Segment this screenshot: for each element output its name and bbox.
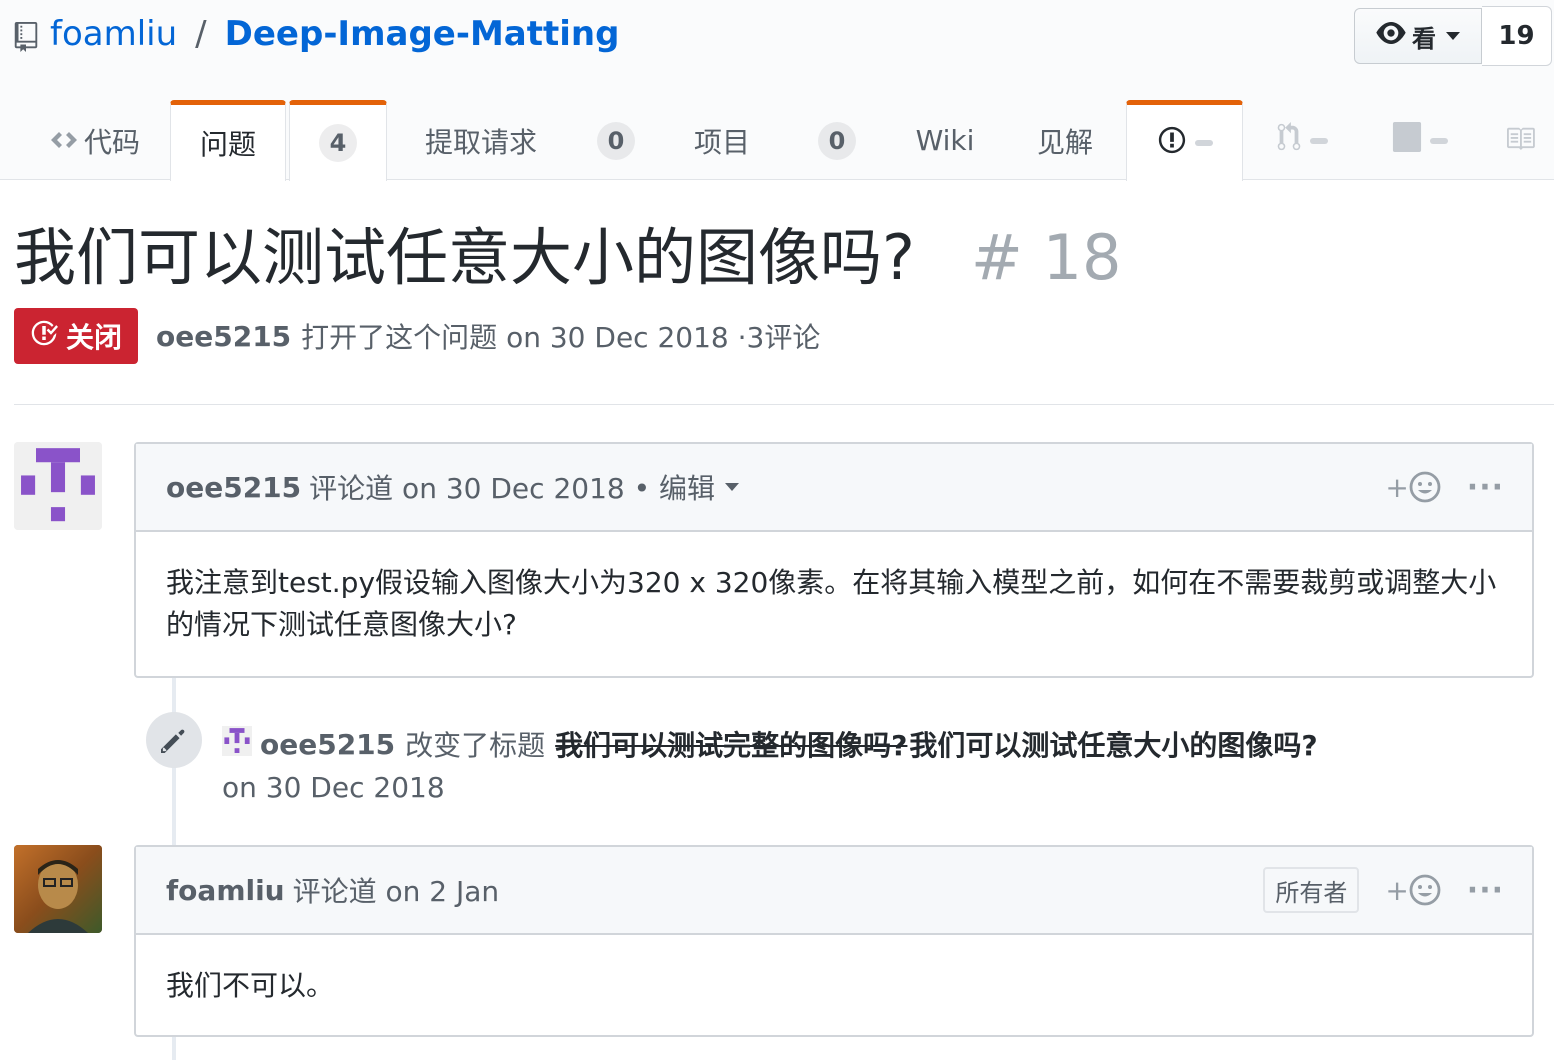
comment-header-text[interactable]: 评论道 on 2 Jan [293, 870, 500, 910]
placeholder-bar [1310, 137, 1328, 144]
repo-icon [14, 19, 38, 52]
tab-wiki-icon[interactable] [1490, 100, 1550, 181]
tab-label: 代码 [83, 125, 140, 159]
book-icon [1505, 124, 1535, 157]
reaction-plus: + [1385, 470, 1409, 504]
issue-number: # 18 [970, 221, 1122, 294]
path-separator: / [195, 14, 207, 54]
tab-issues-icon[interactable] [1126, 100, 1243, 181]
projects-count-badge: 0 [818, 121, 856, 160]
placeholder-bar [1194, 140, 1213, 146]
avatar[interactable] [14, 442, 102, 530]
repo-title: foamliu / Deep-Image-Matting [14, 12, 619, 56]
user-photo [14, 845, 102, 933]
tab-code[interactable]: 代码 [40, 100, 150, 181]
more-options-button[interactable]: ··· [1467, 470, 1504, 505]
repo-name-link[interactable]: Deep-Image-Matting [225, 12, 620, 56]
divider [14, 404, 1554, 405]
comment-author-link[interactable]: oee5215 [166, 471, 301, 504]
tab-issues-counter[interactable]: 4 [289, 100, 387, 181]
event-author-link[interactable]: oee5215 [260, 728, 395, 761]
issue-opened-icon [1157, 125, 1187, 162]
comment: foamliu 评论道 on 2 Jan 所有者 + ··· 我们不可以。 [134, 845, 1534, 1037]
tab-wiki[interactable]: Wiki [900, 100, 990, 181]
tab-projects-icon[interactable] [1380, 100, 1460, 181]
tab-pull-requests[interactable]: 提取请求 0 [400, 100, 660, 181]
issue-title-text: 我们可以测试任意大小的图像吗? [14, 221, 915, 294]
tab-label: 提取请求 [424, 125, 537, 159]
comment-header-text[interactable]: 评论道 on 30 Dec 2018 • 编辑 [309, 467, 715, 507]
event-badge [146, 712, 202, 768]
comment-header: foamliu 评论道 on 2 Jan 所有者 + ··· [136, 847, 1532, 935]
comment-body: 我注意到test.py假设输入图像大小为320 x 320像素。在将其输入模型之… [166, 566, 1497, 641]
tab-label: 见解 [1036, 125, 1093, 159]
identicon-oee5215-small [222, 725, 252, 756]
placeholder-bar [1430, 137, 1448, 144]
reaction-plus: + [1385, 873, 1409, 907]
tab-insights[interactable]: 见解 [1020, 100, 1110, 181]
comment: oee5215 评论道 on 30 Dec 2018 • 编辑 + ··· 我注… [134, 442, 1534, 678]
event-timestamp[interactable]: on 30 Dec 2018 [222, 768, 445, 808]
add-reaction-button[interactable]: + [1385, 873, 1441, 907]
pencil-icon [161, 729, 185, 753]
eye-icon [1376, 22, 1406, 50]
chevron-down-icon[interactable] [725, 483, 740, 491]
more-options-button[interactable]: ··· [1467, 873, 1504, 908]
comment-body: 我们不可以。 [166, 969, 335, 1002]
repo-header: foamliu / Deep-Image-Matting 看 19 代码 问题 … [0, 0, 1554, 181]
comment-author-link[interactable]: foamliu [166, 874, 285, 907]
smiley-icon [1409, 874, 1441, 906]
tab-label: 项目 [693, 125, 750, 159]
issue-title: 我们可以测试任意大小的图像吗? # 18 [14, 218, 1121, 298]
watch-button-group: 看 19 [1354, 6, 1552, 68]
avatar[interactable] [14, 845, 102, 933]
avatar-small[interactable] [222, 725, 252, 763]
identicon-oee5215 [14, 442, 102, 530]
code-icon [50, 124, 78, 157]
add-reaction-button[interactable]: + [1385, 470, 1441, 504]
event-action: 改变了标题 [405, 729, 546, 762]
smiley-icon [1409, 471, 1441, 503]
tab-projects[interactable]: 项目 0 [680, 100, 870, 181]
issue-closed-icon [30, 319, 58, 354]
tab-label: Wiki [915, 124, 975, 157]
tab-issues[interactable]: 问题 [170, 100, 286, 181]
issues-count-badge: 4 [319, 124, 357, 162]
tab-label: 问题 [199, 128, 256, 161]
comment-header: oee5215 评论道 on 30 Dec 2018 • 编辑 + ··· [136, 444, 1532, 532]
issue-meta: 关闭 oee5215 打开了这个问题 on 30 Dec 2018 ·3评论 [14, 308, 820, 364]
new-title: 我们可以测试任意大小的图像吗? [909, 729, 1318, 762]
tab-pull-requests-icon[interactable] [1262, 100, 1342, 181]
issue-author-link[interactable]: oee5215 [156, 320, 291, 353]
rename-event: oee5215 改变了标题 我们可以测试完整的图像吗? 我们可以测试任意大小的图… [222, 722, 1318, 766]
issue-opened-text: 打开了这个问题 on 30 Dec 2018 ·3评论 [301, 321, 821, 354]
watch-label: 看 [1412, 24, 1436, 53]
owner-badge: 所有者 [1263, 867, 1360, 913]
pull-request-icon [1276, 122, 1302, 159]
pull-requests-count-badge: 0 [597, 121, 635, 160]
watchers-count[interactable]: 19 [1482, 6, 1552, 66]
project-icon [1392, 122, 1422, 159]
status-label: 关闭 [66, 321, 123, 354]
chevron-down-icon [1446, 32, 1460, 40]
repo-owner-link[interactable]: foamliu [50, 12, 177, 56]
old-title: 我们可以测试完整的图像吗? [555, 729, 908, 762]
status-badge: 关闭 [14, 308, 139, 364]
watch-button[interactable]: 看 [1354, 8, 1482, 64]
